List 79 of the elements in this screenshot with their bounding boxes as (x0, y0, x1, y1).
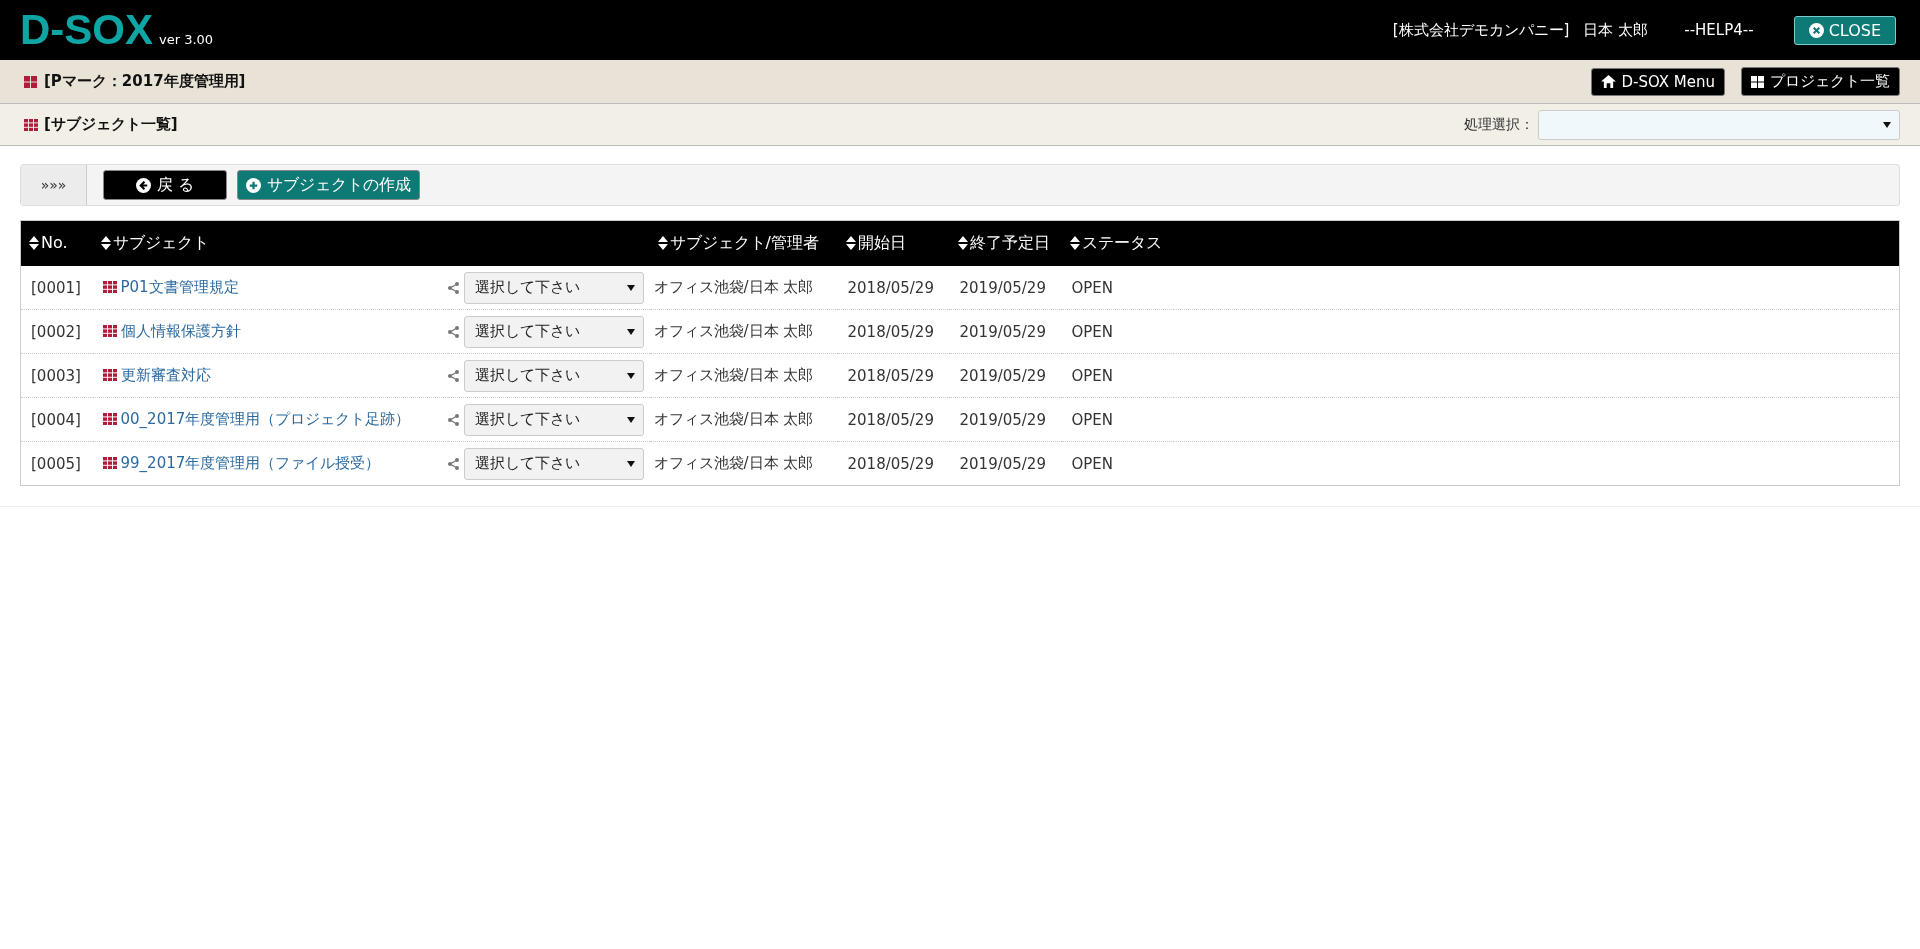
back-button[interactable]: 戻 る (103, 170, 227, 200)
sort-icon (845, 236, 856, 251)
share-icon (447, 369, 459, 382)
logo: D-SOX (20, 6, 153, 54)
home-icon (1601, 75, 1617, 88)
plus-icon (246, 177, 261, 193)
start-date: 2018/05/29 (837, 266, 950, 310)
start-date: 2018/05/29 (837, 309, 950, 354)
row-select[interactable]: 選択して下さい (463, 447, 644, 480)
share-icon (447, 281, 459, 294)
sort-icon (100, 236, 111, 251)
row-number: [0002] (20, 309, 93, 354)
project-title: [Pマーク：2017年度管理用] (44, 72, 246, 91)
subject-link[interactable]: P01文書管理規定 (102, 277, 239, 297)
row-select[interactable]: 選択して下さい (463, 271, 644, 304)
caret-icon (626, 284, 635, 291)
row-number: [0005] (20, 441, 93, 486)
grid-icon (24, 75, 38, 88)
share-icon (447, 457, 459, 470)
project-list-button[interactable]: プロジェクト一覧 (1741, 67, 1900, 96)
caret-icon (626, 328, 635, 335)
status-cell: OPEN (1061, 397, 1174, 442)
status-cell: OPEN (1061, 266, 1174, 310)
sort-icon (1069, 236, 1080, 251)
create-button[interactable]: サブジェクトの作成 (237, 170, 420, 200)
grid-icon (1751, 75, 1765, 88)
subject-link[interactable]: 99_2017年度管理用（ファイル授受） (102, 453, 381, 473)
row-select[interactable]: 選択して下さい (463, 315, 644, 348)
close-icon (1808, 22, 1824, 38)
status-cell: OPEN (1061, 309, 1174, 354)
end-date: 2019/05/29 (949, 309, 1062, 354)
user-name: 日本 太郎 (1583, 20, 1649, 40)
manager-cell: オフィス池袋/日本 太郎 (649, 266, 838, 310)
close-button[interactable]: CLOSE (1793, 15, 1896, 45)
column-header[interactable]: サブジェクト (100, 232, 209, 254)
row-select[interactable]: 選択して下さい (463, 403, 644, 436)
subject-link[interactable]: 更新審査対応 (102, 365, 211, 385)
start-date: 2018/05/29 (837, 397, 950, 442)
subject-link[interactable]: 00_2017年度管理用（プロジェクト足跡） (102, 409, 411, 429)
grid-icon (102, 281, 117, 294)
status-cell: OPEN (1061, 353, 1174, 398)
caret-icon (626, 460, 635, 467)
grid-icon (102, 369, 117, 382)
end-date: 2019/05/29 (949, 441, 1062, 486)
grid-icon (102, 413, 117, 426)
action-select[interactable] (1538, 109, 1900, 140)
start-date: 2018/05/29 (837, 353, 950, 398)
end-date: 2019/05/29 (949, 397, 1062, 442)
company-name: [株式会社デモカンパニー] (1392, 20, 1570, 40)
row-number: [0003] (20, 353, 93, 398)
sort-icon (957, 236, 968, 251)
caret-icon (626, 372, 635, 379)
action-label: 処理選択： (1464, 115, 1534, 134)
sidebar-toggle[interactable]: »»» (21, 165, 87, 205)
status-cell: OPEN (1061, 441, 1174, 486)
row-number: [0001] (20, 266, 93, 310)
share-icon (447, 413, 459, 426)
share-icon (447, 325, 459, 338)
caret-icon (1883, 121, 1891, 128)
end-date: 2019/05/29 (949, 266, 1062, 310)
grid-icon (102, 457, 117, 470)
manager-cell: オフィス池袋/日本 太郎 (649, 397, 838, 442)
subject-link[interactable]: 個人情報保護方針 (102, 321, 241, 341)
grid-icon (24, 118, 38, 131)
row-select[interactable]: 選択して下さい (463, 359, 644, 392)
manager-cell: オフィス池袋/日本 太郎 (649, 441, 838, 486)
grid-icon (102, 325, 117, 338)
manager-cell: オフィス池袋/日本 太郎 (649, 353, 838, 398)
manager-cell: オフィス池袋/日本 太郎 (649, 309, 838, 354)
page-title: [サブジェクト一覧] (44, 115, 178, 134)
start-date: 2018/05/29 (837, 441, 950, 486)
version-label: ver 3.00 (159, 31, 214, 47)
caret-icon (626, 416, 635, 423)
help-link[interactable]: --HELP4-- (1684, 21, 1754, 39)
end-date: 2019/05/29 (949, 353, 1062, 398)
sort-icon (657, 236, 668, 251)
sort-icon (29, 235, 39, 250)
row-number: [0004] (20, 397, 93, 442)
menu-button[interactable]: D-SOX Menu (1591, 67, 1725, 96)
